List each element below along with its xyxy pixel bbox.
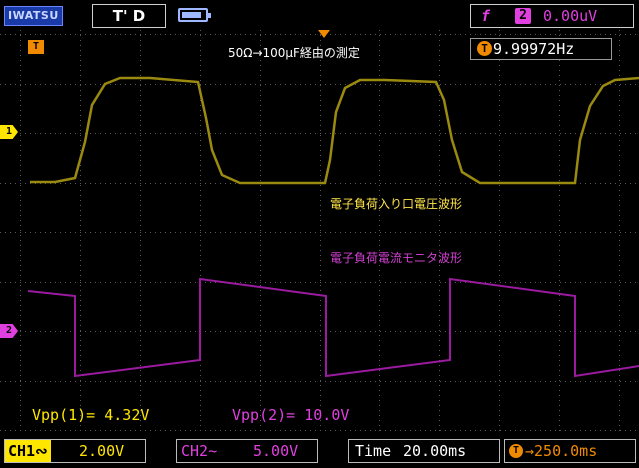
ch2-vpp-measurement: Vpp(2)= 10.0V xyxy=(232,406,350,424)
waveform-display[interactable] xyxy=(0,30,639,434)
ch2-waveform-trace xyxy=(27,277,639,378)
ch2-wave-label: 電子負荷電流モニタ波形 xyxy=(330,251,463,265)
timebase-label: Time xyxy=(355,442,392,460)
ch2-scale-button[interactable]: CH2∼ 5.00V xyxy=(176,439,318,463)
timebase-button[interactable]: Time 20.00ms xyxy=(348,439,500,463)
ch1-waveform-trace xyxy=(30,76,639,185)
measurement-note: 50Ω→100μF経由の測定 xyxy=(228,46,360,60)
horizontal-position-value: →250.0ms xyxy=(525,442,598,460)
ch1-tag: CH1∾ xyxy=(5,440,51,462)
ch1-scale-button[interactable]: CH1∾ 2.00V xyxy=(4,439,146,463)
ch1-vpp-measurement: Vpp(1)= 4.32V xyxy=(32,406,150,424)
trigger-icon: T xyxy=(477,41,492,56)
bottom-status-bar: CH1∾ 2.00V CH2∼ 5.00V Time 20.00ms T →25… xyxy=(0,434,639,468)
frequency-value: 9.99972Hz xyxy=(493,40,575,58)
frequency-readout: T 9.99972Hz xyxy=(470,38,612,60)
battery-icon xyxy=(178,8,211,22)
ch2-tag: CH2∼ xyxy=(181,442,218,460)
ch2-volts-per-div: 5.00V xyxy=(253,442,299,460)
ch1-volts-per-div: 2.00V xyxy=(79,442,125,460)
top-status-bar: IWATSU T' D f 2 0.00uV xyxy=(0,0,639,30)
trigger-settings[interactable]: f 2 0.00uV xyxy=(470,4,634,28)
trigger-level-marker[interactable]: T xyxy=(28,40,44,54)
timebase-value: 20.00ms xyxy=(403,442,467,460)
ch1-wave-label: 電子負荷入り口電圧波形 xyxy=(330,197,463,211)
brand-logo: IWATSU xyxy=(4,6,63,26)
trigger-source-badge: 2 xyxy=(515,8,531,24)
trigger-level-value: 0.00uV xyxy=(543,7,598,25)
horizontal-position-button[interactable]: T →250.0ms xyxy=(504,439,636,463)
trigger-position-marker[interactable] xyxy=(318,30,330,38)
trigger-state-indicator[interactable]: T' D xyxy=(92,4,166,28)
trigger-icon: T xyxy=(509,444,523,458)
trigger-edge-icon: f xyxy=(481,7,491,25)
